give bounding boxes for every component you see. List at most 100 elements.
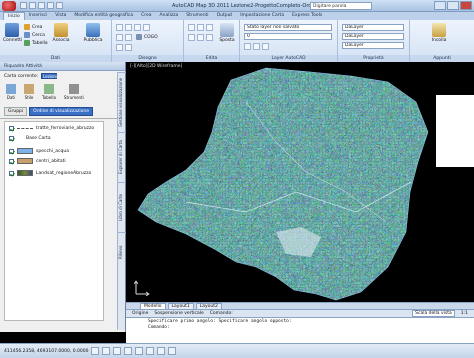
- layer-item[interactable]: tratte_ferroviarie_abruzzo: [9, 126, 94, 131]
- erase-tool-icon[interactable]: [206, 34, 213, 41]
- style-tool-button[interactable]: Stile: [24, 84, 34, 100]
- tab-gruppi[interactable]: Gruppi: [4, 107, 28, 116]
- trim-tool-icon[interactable]: [188, 34, 195, 41]
- rotate-tool-icon[interactable]: [206, 24, 213, 31]
- extend-tool-icon[interactable]: [197, 34, 204, 41]
- application-status-bar: 411456.2358, 4693107.0000, 0.0000: [0, 343, 474, 358]
- maximize-button[interactable]: [447, 1, 459, 10]
- polyline-tool-icon[interactable]: [125, 24, 132, 31]
- associa-button[interactable]: Associa: [52, 23, 70, 43]
- style-icon: [24, 84, 34, 94]
- redo-icon[interactable]: [56, 2, 63, 9]
- circle-tool-icon[interactable]: [134, 24, 141, 31]
- viewport-label[interactable]: [-][Alto][2D Wireframe]: [130, 64, 182, 69]
- associate-icon: [54, 23, 68, 37]
- table-icon: [43, 84, 54, 94]
- table-icon: [24, 40, 30, 46]
- grid-toggle-icon[interactable]: [102, 347, 111, 355]
- rectangle-tool-icon[interactable]: [116, 34, 123, 41]
- lineweight-select[interactable]: DaLayer: [342, 42, 404, 49]
- lineweight-toggle-icon[interactable]: [168, 347, 177, 355]
- origin-button[interactable]: Origine: [132, 311, 148, 316]
- layer-item[interactable]: specchi_acqua: [9, 148, 69, 154]
- color-select[interactable]: DaLayer: [342, 24, 404, 31]
- layer-visibility-checkbox[interactable]: [9, 170, 14, 176]
- polar-toggle-icon[interactable]: [124, 347, 133, 355]
- tab-strumenti[interactable]: Strumenti: [182, 12, 212, 20]
- command-line[interactable]: Specificare primo angolo: Specificare an…: [126, 317, 474, 343]
- layer-state-select[interactable]: Stato layer non salvato: [244, 24, 332, 31]
- open-icon[interactable]: [29, 2, 36, 9]
- osnap-toggle-icon[interactable]: [135, 347, 144, 355]
- layer-item[interactable]: Landsat_regioneAbruzzo: [9, 170, 91, 176]
- tab-inizio[interactable]: Inizio: [3, 12, 25, 20]
- group-label-disegno: Disegno: [112, 55, 183, 62]
- new-icon[interactable]: [20, 2, 27, 9]
- side-tab-gestione[interactable]: Gestione visualizzazione: [118, 72, 126, 132]
- layer-visibility-checkbox[interactable]: [9, 148, 14, 154]
- layer-item[interactable]: centri_abitati: [9, 158, 66, 164]
- save-icon[interactable]: [38, 2, 45, 9]
- side-tab-rilievo[interactable]: Rilievo: [118, 232, 126, 272]
- drawing-area[interactable]: [126, 62, 474, 302]
- side-tab-libro[interactable]: Libro di Carte: [118, 182, 126, 232]
- table-tool-button[interactable]: Tabella: [42, 84, 56, 100]
- move-tool-icon[interactable]: [188, 24, 195, 31]
- sospensione-button[interactable]: Sospensione verticale: [154, 311, 203, 316]
- sposta-button[interactable]: Sposta: [218, 23, 236, 43]
- dyn-toggle-icon[interactable]: [157, 347, 166, 355]
- incolla-button[interactable]: Incolla: [430, 23, 448, 43]
- otrack-toggle-icon[interactable]: [146, 347, 155, 355]
- command-prompt[interactable]: Comando:: [148, 325, 452, 331]
- publish-icon: [86, 23, 100, 37]
- application-menu-button[interactable]: [2, 1, 16, 11]
- cogo-icon: [136, 34, 142, 40]
- tab-ordine-visualizzazione[interactable]: Ordine di visualizzazione: [29, 107, 93, 116]
- layer-visibility-checkbox[interactable]: [9, 126, 14, 131]
- view-scale-value[interactable]: 1:1: [461, 311, 468, 316]
- cerca-button[interactable]: Cerca: [24, 32, 45, 38]
- text-tool-icon[interactable]: [125, 44, 132, 51]
- crea-button[interactable]: Crea: [24, 24, 42, 30]
- hatch-tool-icon[interactable]: [125, 34, 132, 41]
- tabella-button[interactable]: Tabella: [24, 40, 48, 46]
- data-tool-button[interactable]: Dati: [6, 84, 16, 100]
- arc-tool-icon[interactable]: [143, 24, 150, 31]
- layer-freeze-icon[interactable]: [262, 43, 269, 50]
- tab-output[interactable]: Output: [213, 12, 237, 20]
- current-map-select[interactable]: Lezioni: [41, 73, 58, 79]
- layer-visibility-checkbox[interactable]: [9, 136, 14, 141]
- layer-properties-icon[interactable]: [244, 43, 251, 50]
- current-layer-select[interactable]: 0: [244, 33, 332, 40]
- view-scale-label[interactable]: Scala della vista: [412, 310, 455, 317]
- undo-icon[interactable]: [47, 2, 54, 9]
- group-dati: Connetti Crea Cerca Tabella Associa Pubb…: [0, 20, 112, 62]
- tab-vista[interactable]: Vista: [51, 12, 70, 20]
- tools-tool-button[interactable]: Strumenti: [64, 84, 84, 100]
- side-tab-explorer[interactable]: Explorer di Carta: [118, 132, 126, 182]
- layer-group-item[interactable]: Base Carta: [9, 136, 51, 141]
- comando-label: Comando:: [209, 311, 233, 316]
- connetti-button[interactable]: Connetti: [3, 23, 22, 43]
- line-tool-icon[interactable]: [116, 24, 123, 31]
- snap-toggle-icon[interactable]: [91, 347, 100, 355]
- close-button[interactable]: [460, 1, 472, 10]
- group-label-appunti: Appunti: [410, 55, 474, 62]
- tab-inserisci[interactable]: Inserisci: [25, 12, 51, 20]
- tab-modifica[interactable]: Modifica entità geografica: [70, 12, 137, 20]
- tab-express-tools[interactable]: Express Tools: [288, 12, 326, 20]
- layer-off-icon[interactable]: [253, 43, 260, 50]
- layer-visibility-checkbox[interactable]: [9, 158, 14, 164]
- pubblica-button[interactable]: Pubblica: [80, 23, 106, 43]
- ortho-toggle-icon[interactable]: [113, 347, 122, 355]
- tab-impostazione-carta[interactable]: Impostazione Carta: [236, 12, 288, 20]
- point-tool-icon[interactable]: [116, 44, 123, 51]
- linetype-select[interactable]: DaLayer: [342, 33, 404, 40]
- search-icon: [24, 32, 30, 38]
- tab-crea[interactable]: Crea: [137, 12, 155, 20]
- tab-analizza[interactable]: Analizza: [156, 12, 183, 20]
- cogo-button[interactable]: COGO: [136, 34, 158, 40]
- help-search-input[interactable]: Digitare parola: [310, 2, 372, 10]
- copy-tool-icon[interactable]: [197, 24, 204, 31]
- minimize-button[interactable]: [434, 1, 446, 10]
